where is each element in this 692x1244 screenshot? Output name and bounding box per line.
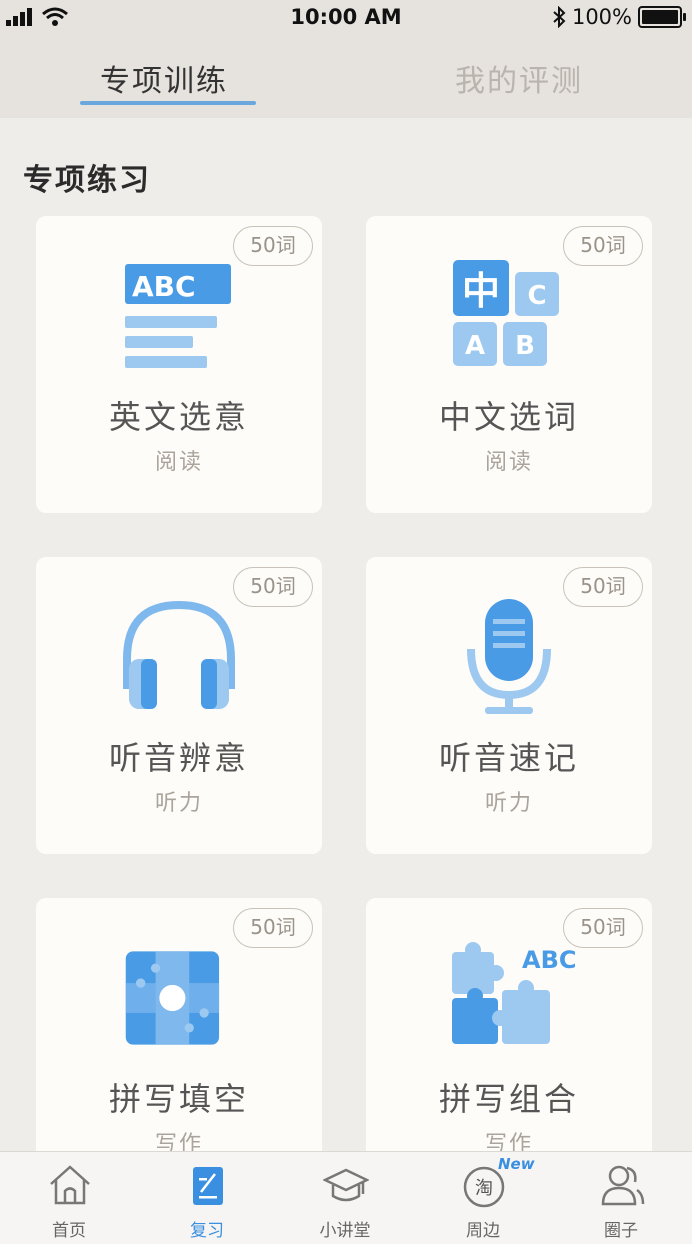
bottom-nav: 首页 复习 小讲堂 淘 New 周边 圈子 — [0, 1151, 692, 1244]
card-title: 听音速记 — [438, 739, 579, 777]
nav-label: 周边 — [466, 1221, 500, 1241]
status-right: 100% — [552, 5, 686, 29]
word-count-badge: 50词 — [233, 226, 313, 266]
home-icon — [50, 1165, 90, 1205]
nav-item-nearby[interactable]: 淘 New 周边 — [414, 1152, 552, 1244]
abc-text-icon: ABC — [125, 264, 231, 368]
card-title: 听音辨意 — [108, 739, 249, 777]
card-english-meaning[interactable]: 50词 ABC 英文选意 阅读 — [36, 216, 322, 513]
people-icon — [601, 1165, 645, 1206]
new-badge: New — [498, 1155, 535, 1173]
nav-item-lecture[interactable]: 小讲堂 — [276, 1152, 414, 1244]
word-count-badge: 50词 — [233, 908, 313, 948]
headphones-icon — [123, 600, 235, 709]
card-subtitle: 阅读 — [154, 450, 203, 475]
a-icon-text: A — [465, 331, 485, 361]
taobao-icon-text: 淘 — [475, 1178, 493, 1199]
nav-item-home[interactable]: 首页 — [0, 1152, 138, 1244]
card-listen-meaning[interactable]: 50词 听音辨意 听力 — [36, 557, 322, 854]
card-listen-shorthand[interactable]: 50词 听音速记 听力 — [366, 557, 652, 854]
tab-special-training[interactable]: 专项训练 — [100, 56, 228, 100]
card-title: 拼写填空 — [108, 1080, 249, 1118]
nav-label: 首页 — [52, 1221, 86, 1241]
nav-item-circle[interactable]: 圈子 — [552, 1152, 690, 1244]
tab-my-evaluation[interactable]: 我的评测 — [455, 56, 583, 100]
review-icon — [193, 1167, 223, 1205]
word-count-badge: 50词 — [563, 226, 643, 266]
active-tab-indicator — [80, 101, 256, 105]
nav-label: 圈子 — [604, 1221, 638, 1241]
nav-label: 小讲堂 — [319, 1221, 371, 1241]
word-count-badge: 50词 — [563, 567, 643, 607]
nav-item-review[interactable]: 复习 — [138, 1152, 276, 1244]
bluetooth-icon — [553, 6, 566, 28]
microphone-icon — [467, 599, 551, 714]
card-title: 拼写组合 — [438, 1080, 579, 1118]
word-count-badge: 50词 — [233, 567, 313, 607]
card-subtitle: 听力 — [484, 791, 533, 816]
chinese-blocks-icon: 中 C A B — [453, 260, 559, 366]
section-title: 专项练习 — [23, 163, 151, 198]
c-icon-text: C — [527, 281, 546, 311]
card-chinese-word[interactable]: 50词 中 C A B 中文选词 阅读 — [366, 216, 652, 513]
battery-percent: 100% — [571, 5, 632, 29]
nav-label: 复习 — [190, 1221, 224, 1241]
abc-icon-text: ABC — [132, 270, 196, 303]
graduation-cap-icon — [323, 1168, 369, 1202]
zhong-icon-text: 中 — [462, 269, 500, 313]
battery-icon — [638, 6, 686, 28]
status-bar: 10:00 AM 100% — [0, 0, 692, 34]
puzzle-abc-icon: ABC — [452, 942, 576, 1044]
abc-icon-text: ABC — [522, 946, 576, 974]
top-tabs: 专项训练 我的评测 — [0, 34, 692, 118]
card-title: 中文选词 — [438, 398, 579, 436]
b-icon-text: B — [515, 331, 535, 361]
card-subtitle: 阅读 — [484, 450, 533, 475]
card-subtitle: 听力 — [154, 791, 203, 816]
puzzle-grid-icon — [125, 951, 220, 1045]
card-title: 英文选意 — [108, 398, 249, 436]
